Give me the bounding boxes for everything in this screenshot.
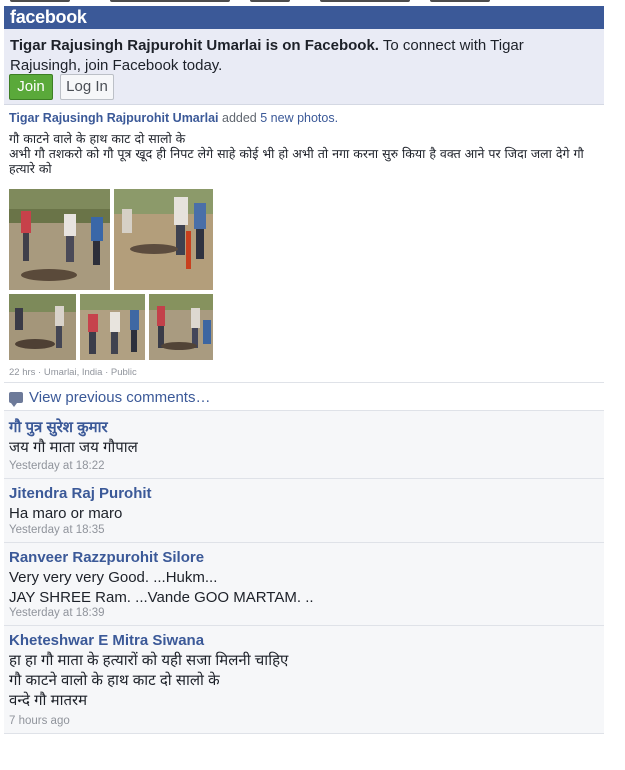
join-button[interactable]: Join xyxy=(9,74,53,100)
post-photo[interactable] xyxy=(79,293,146,361)
divider xyxy=(4,382,604,383)
comment-text: जय गौ माता जय गौपाल xyxy=(9,439,138,456)
comment-author-link[interactable]: Ranveer Razzpurohit Silore xyxy=(9,549,204,566)
comment-timestamp[interactable]: Yesterday at 18:39 xyxy=(9,607,104,619)
post-text: गौ काटने वाले के हाथ काट दो सालो के अभी … xyxy=(9,131,604,176)
post-header: Tigar Rajusingh Rajpurohit Umarlai added… xyxy=(9,111,338,125)
comment-timestamp[interactable]: Yesterday at 18:35 xyxy=(9,524,104,536)
comment-author-link[interactable]: Jitendra Raj Purohit xyxy=(9,485,152,502)
cropped-top-edge xyxy=(0,0,625,5)
comment: Ranveer Razzpurohit Silore Very very ver… xyxy=(4,543,604,625)
comment-text-line: JAY SHREE Ram. ...Vande GOO MARTAM. .. xyxy=(9,589,314,606)
facebook-header-bar: facebook xyxy=(4,6,604,29)
post-photo[interactable] xyxy=(148,293,214,361)
comment-timestamp[interactable]: Yesterday at 18:22 xyxy=(9,460,104,472)
post-meta: 22 hrs · Umarlai, India · Public xyxy=(9,367,137,378)
comment: Kheteshwar E Mitra Siwana हा हा गौ माता … xyxy=(4,626,604,733)
comment-text: हा हा गौ माता के हत्यारों को यही सजा मिल… xyxy=(9,651,288,711)
comment: गौ पुत्र सुरेश कुमार जय गौ माता जय गौपाल… xyxy=(4,411,604,478)
divider xyxy=(4,733,604,734)
join-prompt-message: Tigar Rajusingh Rajpurohit Umarlai is on… xyxy=(10,36,595,76)
view-previous-comments-link[interactable]: View previous comments… xyxy=(9,389,211,407)
comment-text-line: Very very very Good. ...Hukm... xyxy=(9,569,218,586)
comment-text: Ha maro or maro xyxy=(9,505,123,522)
comment-bubble-icon xyxy=(9,392,23,407)
comment-author-link[interactable]: Kheteshwar E Mitra Siwana xyxy=(9,632,204,649)
facebook-logo[interactable]: facebook xyxy=(10,7,87,28)
comment-text: Very very very Good. ...Hukm... JAY SHRE… xyxy=(9,568,314,608)
comment-author-link[interactable]: गौ पुत्र सुरेश कुमार xyxy=(9,417,108,437)
post-author-link[interactable]: Tigar Rajusingh Rajpurohit Umarlai xyxy=(9,111,219,125)
view-previous-comments-label: View previous comments… xyxy=(29,389,211,406)
post-photo[interactable] xyxy=(8,293,77,361)
comment-text-line: वन्दे गौ मातरम xyxy=(9,692,88,709)
join-prompt-bold: Tigar Rajusingh Rajpurohit Umarlai is on… xyxy=(10,37,379,54)
post-photo[interactable] xyxy=(8,188,111,291)
comment-text-line: गौ काटने वालो के हाथ काट दो सालो के xyxy=(9,672,220,689)
post-action-text: added xyxy=(218,111,261,125)
post-text-line: अभी गौ तशकरो को गौ पूत्र खूद ही निपट लेग… xyxy=(9,146,584,176)
post-text-line: गौ काटने वाले के हाथ काट दो सालो के xyxy=(9,131,186,146)
comment-text-line: हा हा गौ माता के हत्यारों को यही सजा मिल… xyxy=(9,652,289,669)
login-button[interactable]: Log In xyxy=(60,74,114,100)
post-photos-link[interactable]: 5 new photos. xyxy=(260,111,338,125)
comment: Jitendra Raj Purohit Ha maro or maro Yes… xyxy=(4,479,604,542)
comment-timestamp[interactable]: 7 hours ago xyxy=(9,715,70,727)
post-photo[interactable] xyxy=(113,188,214,291)
